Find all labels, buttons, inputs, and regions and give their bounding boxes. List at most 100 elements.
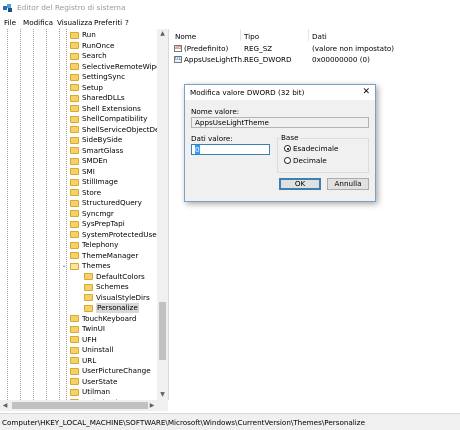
tree-item[interactable]: DefaultColors	[0, 272, 157, 283]
value-name: AppsUseLightTh...	[184, 55, 249, 64]
window-title: Editor del Registro di sistema	[17, 3, 126, 12]
value-row[interactable]: 01 AppsUseLightTh... REG_DWORD 0x0000000…	[170, 54, 460, 65]
folder-icon	[70, 136, 79, 144]
ok-button[interactable]: OK	[279, 178, 321, 190]
tree-item[interactable]: Schemes	[0, 282, 157, 293]
string-value-icon: ab	[174, 45, 182, 52]
value-name-field[interactable]: AppsUseLightTheme	[191, 117, 369, 128]
tree-item[interactable]: RunOnce	[0, 41, 157, 52]
tree-item[interactable]: SysPrepTapi	[0, 219, 157, 230]
tree-item[interactable]: SettingSync	[0, 72, 157, 83]
value-name-label: Nome valore:	[191, 107, 240, 116]
column-separator[interactable]	[240, 29, 241, 41]
menu-modifica[interactable]: Modifica	[23, 18, 53, 27]
tree-item-label: SystemProtectedUserDat	[82, 229, 157, 239]
folder-icon	[70, 168, 79, 175]
tree-item[interactable]: UserPictureChange	[0, 366, 157, 377]
tree-item[interactable]: Search	[0, 51, 157, 62]
column-separator[interactable]	[308, 29, 309, 41]
tree-item[interactable]: StillImage	[0, 177, 157, 188]
folder-icon	[70, 94, 79, 102]
tree-item[interactable]: SystemProtectedUserDat	[0, 230, 157, 241]
tree-item[interactable]: SMDEn	[0, 156, 157, 167]
title-bar: Editor del Registro di sistema	[0, 0, 460, 16]
hex-radio-label[interactable]: Esadecimale	[293, 144, 338, 153]
value-data-text: 0	[195, 145, 200, 154]
column-header-name[interactable]: Nome	[175, 32, 196, 41]
dialog-title-bar[interactable]: Modifica valore DWORD (32 bit) ✕	[185, 85, 375, 100]
scroll-thumb[interactable]	[12, 402, 148, 409]
folder-icon	[70, 325, 79, 333]
folder-icon	[70, 241, 79, 249]
dword-value-icon: 01	[174, 56, 182, 63]
close-icon[interactable]: ✕	[362, 87, 370, 97]
tree-item[interactable]: TwinUI	[0, 324, 157, 335]
tree-item-label: DefaultColors	[96, 271, 145, 281]
registry-tree[interactable]: Run RunOnce Search SelectiveRemoteWipe Setti…	[0, 29, 169, 400]
tree-item[interactable]: SharedDLLs	[0, 93, 157, 104]
tree-item-label: URL	[82, 355, 97, 365]
folder-icon	[70, 210, 79, 217]
tree-item[interactable]: Telephony	[0, 240, 157, 251]
tree-item[interactable]: ⌄ Themes	[0, 261, 157, 272]
scroll-left-icon[interactable]: ◀	[0, 400, 10, 411]
chevron-down-icon[interactable]: ⌄	[61, 263, 67, 269]
tree-item[interactable]: Utilman	[0, 387, 157, 398]
tree-item-label: TwinUI	[82, 324, 106, 333]
menu-file[interactable]: File	[4, 18, 16, 27]
tree-item[interactable]: TouchKeyboard	[0, 314, 157, 325]
tree-item[interactable]: Setup	[0, 83, 157, 94]
tree-item[interactable]: Syncmgr	[0, 209, 157, 220]
tree-vertical-scrollbar[interactable]: ▲ ▼	[157, 29, 168, 400]
tree-item[interactable]: ShellServiceObjectDelayl	[0, 125, 157, 136]
value-data-field[interactable]: 0	[191, 144, 270, 155]
status-bar: Computer\HKEY_LOCAL_MACHINE\SOFTWARE\Mic…	[0, 413, 460, 430]
decimal-radio-label[interactable]: Decimale	[293, 156, 327, 165]
tree-item[interactable]: Store	[0, 188, 157, 199]
dialog-title: Modifica valore DWORD (32 bit)	[190, 88, 305, 97]
value-type: REG_SZ	[244, 44, 273, 53]
cancel-button[interactable]: Annulla	[327, 178, 369, 190]
tree-item[interactable]: SMI	[0, 167, 157, 178]
folder-icon	[70, 220, 79, 228]
menu-help[interactable]: ?	[125, 18, 129, 27]
tree-item-label: SideBySide	[82, 135, 123, 144]
scroll-right-icon[interactable]: ▶	[147, 400, 157, 411]
tree-item[interactable]: ThemeManager	[0, 251, 157, 262]
menu-visualizza[interactable]: Visualizza	[57, 18, 92, 27]
tree-item-label: SMI	[82, 166, 95, 176]
scroll-down-icon[interactable]: ▼	[157, 390, 168, 400]
tree-item[interactable]: SideBySide	[0, 135, 157, 146]
value-row[interactable]: ab (Predefinito) REG_SZ (valore non impo…	[170, 43, 460, 54]
tree-item[interactable]: UFH	[0, 335, 157, 346]
tree-item[interactable]: URL	[0, 356, 157, 367]
scroll-thumb[interactable]	[159, 302, 166, 360]
tree-item[interactable]: UserState	[0, 377, 157, 388]
hex-radio[interactable]	[284, 145, 291, 152]
tree-item-label: Schemes	[96, 282, 129, 291]
tree-item[interactable]: SelectiveRemoteWipe	[0, 62, 157, 73]
folder-icon	[70, 378, 79, 385]
tree-item[interactable]: Run	[0, 30, 157, 41]
tree-horizontal-scrollbar[interactable]: ◀ ▶	[0, 400, 168, 411]
tree-item[interactable]: StructuredQuery	[0, 198, 157, 209]
tree-item[interactable]: SmartGlass	[0, 146, 157, 157]
registry-editor-icon	[3, 4, 12, 12]
tree-item[interactable]: Shell Extensions	[0, 104, 157, 115]
column-header-type[interactable]: Tipo	[244, 32, 259, 41]
tree-item[interactable]: Personalize	[0, 303, 157, 314]
decimal-radio[interactable]	[284, 157, 291, 164]
tree-item[interactable]: ShellCompatibility	[0, 114, 157, 125]
scroll-up-icon[interactable]: ▲	[157, 29, 168, 39]
tree-item-label: TouchKeyboard	[82, 313, 137, 323]
tree-item-label: SysPrepTapi	[82, 219, 125, 228]
folder-icon	[70, 73, 79, 81]
folder-icon	[70, 115, 79, 123]
menu-preferiti[interactable]: Preferiti	[94, 18, 122, 27]
tree-item[interactable]: VisualStyleDirs	[0, 293, 157, 304]
menu-bar: File Modifica Visualizza Preferiti ?	[0, 16, 460, 29]
column-header-data[interactable]: Dati	[312, 32, 327, 41]
tree-item[interactable]: Uninstall	[0, 345, 157, 356]
tree-item-label: UserPictureChange	[82, 366, 151, 375]
folder-icon	[70, 388, 79, 396]
